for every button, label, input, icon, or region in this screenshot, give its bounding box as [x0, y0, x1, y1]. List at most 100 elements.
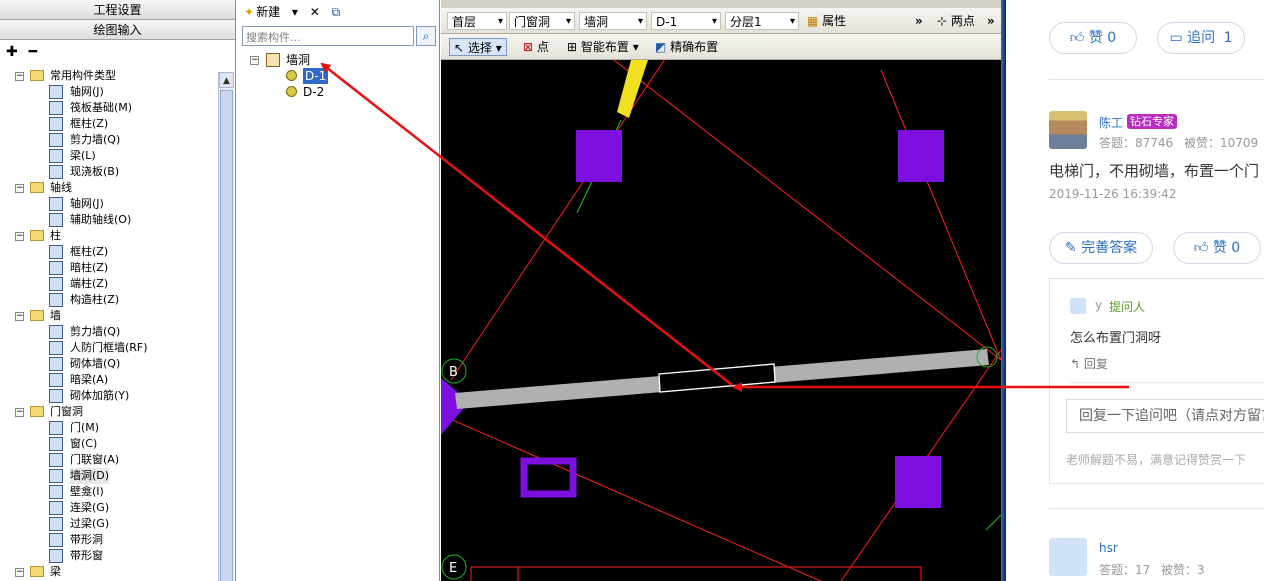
type-dropdown[interactable]: 墙洞 — [579, 12, 647, 31]
tree-item[interactable]: 现浇板(B) — [0, 164, 218, 180]
tree-item[interactable]: 筏板基础(M) — [0, 100, 218, 116]
new-component-button[interactable]: ✦ 新建 ▾ — [244, 5, 298, 19]
component-icon — [49, 277, 63, 291]
tree-item-label: 框柱(Z) — [70, 117, 109, 130]
collapse-toggle-icon[interactable]: − — [15, 568, 24, 577]
tree-item[interactable]: 框柱(Z) — [0, 244, 218, 260]
tree-folder[interactable]: − 墙 — [0, 308, 218, 324]
tree-item[interactable]: 构造柱(Z) — [0, 292, 218, 308]
search-icon[interactable]: ⌕ — [416, 26, 436, 46]
delete-icon[interactable]: ✕ — [310, 5, 320, 19]
scroll-thumb[interactable] — [220, 90, 233, 581]
project-settings-tab[interactable]: 工程设置 — [0, 0, 235, 20]
collapse-toggle-icon[interactable]: − — [15, 184, 24, 193]
cursor-icon: ↖ — [454, 41, 465, 55]
tree-folder[interactable]: − 轴线 — [0, 180, 218, 196]
point-button[interactable]: ⊠ 点 — [523, 38, 549, 56]
column[interactable] — [898, 130, 944, 182]
tree-item[interactable]: 砌体加筋(Y) — [0, 388, 218, 404]
like-answer-button[interactable]: 👍︎ 赞 0 — [1173, 232, 1261, 264]
component-item[interactable]: D-1 — [240, 68, 440, 84]
tree-item-label: 端柱(Z) — [70, 277, 109, 290]
tree-item[interactable]: 门(M) — [0, 420, 218, 436]
follow-up-question: 怎么布置门洞呀 — [1070, 331, 1162, 346]
tree-item[interactable]: 门联窗(A) — [0, 452, 218, 468]
like-button[interactable]: 👍︎ 赞 0 — [1049, 22, 1137, 54]
tree-folder[interactable]: − 常用构件类型 — [0, 68, 218, 84]
tree-item[interactable]: 暗柱(Z) — [0, 260, 218, 276]
user-avatar[interactable] — [1049, 538, 1087, 576]
gridline — [880, 69, 1001, 361]
tree-item[interactable]: 轴网(J) — [0, 84, 218, 100]
improve-answer-button[interactable]: ✎ 完善答案 — [1049, 232, 1153, 264]
tree-folder[interactable]: − 门窗洞 — [0, 404, 218, 420]
tree-item[interactable]: 墙洞(D) — [0, 468, 218, 484]
tree-folder[interactable]: − 柱 — [0, 228, 218, 244]
follow-up-button[interactable]: ▭ 追问 1 — [1157, 22, 1245, 54]
gear-icon — [286, 86, 297, 97]
layer-dropdown[interactable]: 分层1 — [725, 12, 799, 31]
expand-all-icon[interactable]: ✚ — [6, 44, 18, 60]
drawing-input-tab[interactable]: 绘图输入 — [0, 20, 235, 40]
floor-dropdown[interactable]: 首层 — [447, 12, 507, 31]
properties-button[interactable]: ▦ 属性 — [807, 12, 846, 30]
component-dropdown[interactable]: D-1 — [651, 12, 721, 31]
tree-item[interactable]: 梁(L) — [0, 148, 218, 164]
collapse-toggle-icon[interactable]: − — [250, 56, 259, 65]
tree-item[interactable]: 带形窗 — [0, 548, 218, 564]
component-search-input[interactable]: 搜索构件... — [242, 26, 414, 46]
tree-item-label: 砌体加筋(Y) — [70, 389, 130, 402]
scroll-up-icon[interactable]: ▲ — [219, 72, 234, 88]
expert-name[interactable]: 陈工 — [1099, 114, 1123, 131]
tree-item[interactable]: 端柱(Z) — [0, 276, 218, 292]
tree-item[interactable]: 带形洞 — [0, 532, 218, 548]
tree-item[interactable]: 辅助轴线(O) — [0, 212, 218, 228]
folder-icon — [30, 230, 44, 241]
column[interactable] — [895, 456, 941, 508]
tree-item[interactable]: 剪力墙(Q) — [0, 132, 218, 148]
column-outline[interactable] — [520, 457, 577, 498]
collapse-toggle-icon[interactable]: − — [15, 312, 24, 321]
component-label: 墙洞 — [286, 53, 311, 67]
tree-scrollbar[interactable]: ▲ — [218, 72, 234, 581]
column[interactable] — [576, 130, 622, 182]
expert-avatar[interactable] — [1049, 111, 1087, 149]
toolbar-overflow-icon-2[interactable]: » — [987, 12, 995, 30]
precise-place-button[interactable]: ◩ 精确布置 — [655, 38, 718, 56]
category-dropdown[interactable]: 门窗洞 — [509, 12, 575, 31]
collapse-toggle-icon[interactable]: − — [15, 72, 24, 81]
tree-item[interactable]: 砌体墙(Q) — [0, 356, 218, 372]
component-group[interactable]: − 墙洞 — [240, 52, 440, 68]
divider — [1049, 508, 1264, 509]
component-item[interactable]: D-2 — [240, 84, 440, 100]
two-point-label: 两点 — [950, 14, 975, 28]
tree-item[interactable]: 连梁(G) — [0, 500, 218, 516]
tree-folder[interactable]: − 梁 — [0, 564, 218, 580]
asker-name[interactable]: y — [1095, 298, 1102, 312]
collapse-all-icon[interactable]: ━ — [29, 44, 37, 60]
reply-link[interactable]: ↰ 回复 — [1070, 355, 1108, 372]
tree-item[interactable]: 剪力墙(Q) — [0, 324, 218, 340]
reply-input[interactable]: 回复一下追问吧（请点对方留言 — [1066, 399, 1264, 433]
component-type-tree: − 常用构件类型 轴网(J) 筏板基础(M) 框柱(Z) 剪力墙(Q) 梁(L) 现浇板(B)… — [0, 68, 218, 581]
tree-item[interactable]: 轴网(J) — [0, 196, 218, 212]
tree-item[interactable]: 暗梁(A) — [0, 372, 218, 388]
smart-place-button[interactable]: ⊞ 智能布置 ▾ — [567, 38, 639, 56]
tree-item[interactable]: 人防门框墙(RF) — [0, 340, 218, 356]
tree-item[interactable]: 壁龛(I) — [0, 484, 218, 500]
component-icon — [49, 421, 63, 435]
tree-item-label: 梁 — [50, 565, 61, 578]
next-user-name[interactable]: hsr — [1099, 541, 1118, 555]
two-point-button[interactable]: ⊹ 两点 — [937, 12, 975, 30]
collapse-toggle-icon[interactable]: − — [15, 408, 24, 417]
select-button[interactable]: ↖ 选择 ▾ — [449, 38, 507, 56]
collapse-toggle-icon[interactable]: − — [15, 232, 24, 241]
next-user-answers: 答题：17 — [1099, 563, 1151, 577]
tree-item[interactable]: 框柱(Z) — [0, 116, 218, 132]
copy-icon[interactable]: ⧉ — [332, 5, 341, 19]
wall-opening-d1[interactable] — [658, 363, 776, 393]
toolbar-overflow-icon[interactable]: » — [915, 12, 923, 30]
tree-item[interactable]: 窗(C) — [0, 436, 218, 452]
tree-item[interactable]: 过梁(G) — [0, 516, 218, 532]
cad-canvas[interactable]: B E — [441, 60, 1001, 581]
